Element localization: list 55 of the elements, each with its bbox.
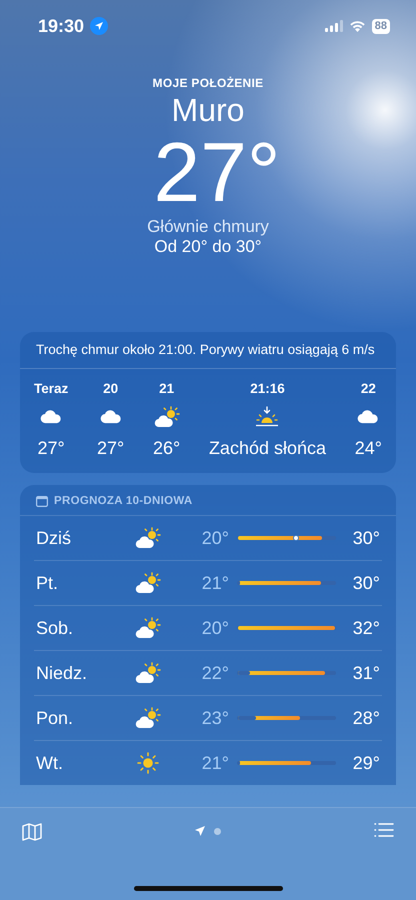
current-temperature: 27° [153,129,281,215]
day-name: Sob. [36,618,74,638]
high-temperature: 32° [352,618,380,638]
sun-behind-cloud-icon [135,617,161,639]
low-temperature: 21° [200,572,229,594]
status-time: 19:30 [38,16,84,36]
signal-icon [324,20,343,32]
list-button[interactable] [374,822,394,838]
hour-value: 27° [97,438,124,459]
day-name: Pt. [36,572,60,594]
high-temperature: 30° [352,572,380,594]
location-page-icon[interactable] [195,826,205,836]
battery-level: 88 [372,18,390,34]
low-temperature: 21° [200,752,229,774]
day-name: Pon. [36,708,74,728]
cloud-icon [100,409,122,425]
low-temperature: 20° [200,528,229,548]
hour-value: Zachód słońca [208,438,326,459]
day-name: Niedz. [36,662,88,684]
hour-value: 27° [38,438,65,459]
day-name: Wt. [36,752,64,774]
cloud-icon [357,409,380,425]
city-name: Muro [172,92,244,129]
hour-label: 21:16 [250,381,285,396]
high-temperature: 30° [352,528,380,548]
sunset-icon [254,406,280,428]
hour-label: Teraz [34,381,68,396]
day-name: Dziś [36,528,72,548]
sun-behind-cloud-icon [135,707,161,729]
low-temperature: 23° [200,708,229,728]
weather-condition: Głównie chmury [147,217,269,237]
sun-behind-cloud-icon [135,527,161,549]
hour-label: 20 [103,381,118,396]
high-temperature: 31° [352,662,380,684]
calendar-icon [36,496,48,506]
hour-label: 21 [159,381,174,396]
low-temperature: 20° [200,618,229,638]
page-dot[interactable] [214,828,221,834]
low-temperature: 22° [200,662,229,684]
hour-label: 22 [360,381,376,396]
high-temperature: 28° [352,708,380,728]
sun-behind-cloud-icon [154,406,180,428]
location-caption: MOJE POŁOŻENIE [152,76,264,90]
temperature-range: Od 20° do 30° [154,237,262,257]
forecast-summary: Trochę chmur około 21:00. Porywy wiatru osiągają 6 m/s [20,332,396,369]
wifi-icon [348,20,366,32]
sun-behind-cloud-icon [135,572,161,594]
map-button[interactable] [22,822,42,842]
sun-behind-cloud-icon [135,662,161,684]
high-temperature: 29° [352,752,380,774]
hour-value: 26° [152,438,180,459]
forecast-title: PROGNOZA 10-DNIOWA [54,495,193,507]
cloud-icon [40,409,62,425]
hour-value: 24° [354,438,382,459]
sun-icon [137,752,159,774]
